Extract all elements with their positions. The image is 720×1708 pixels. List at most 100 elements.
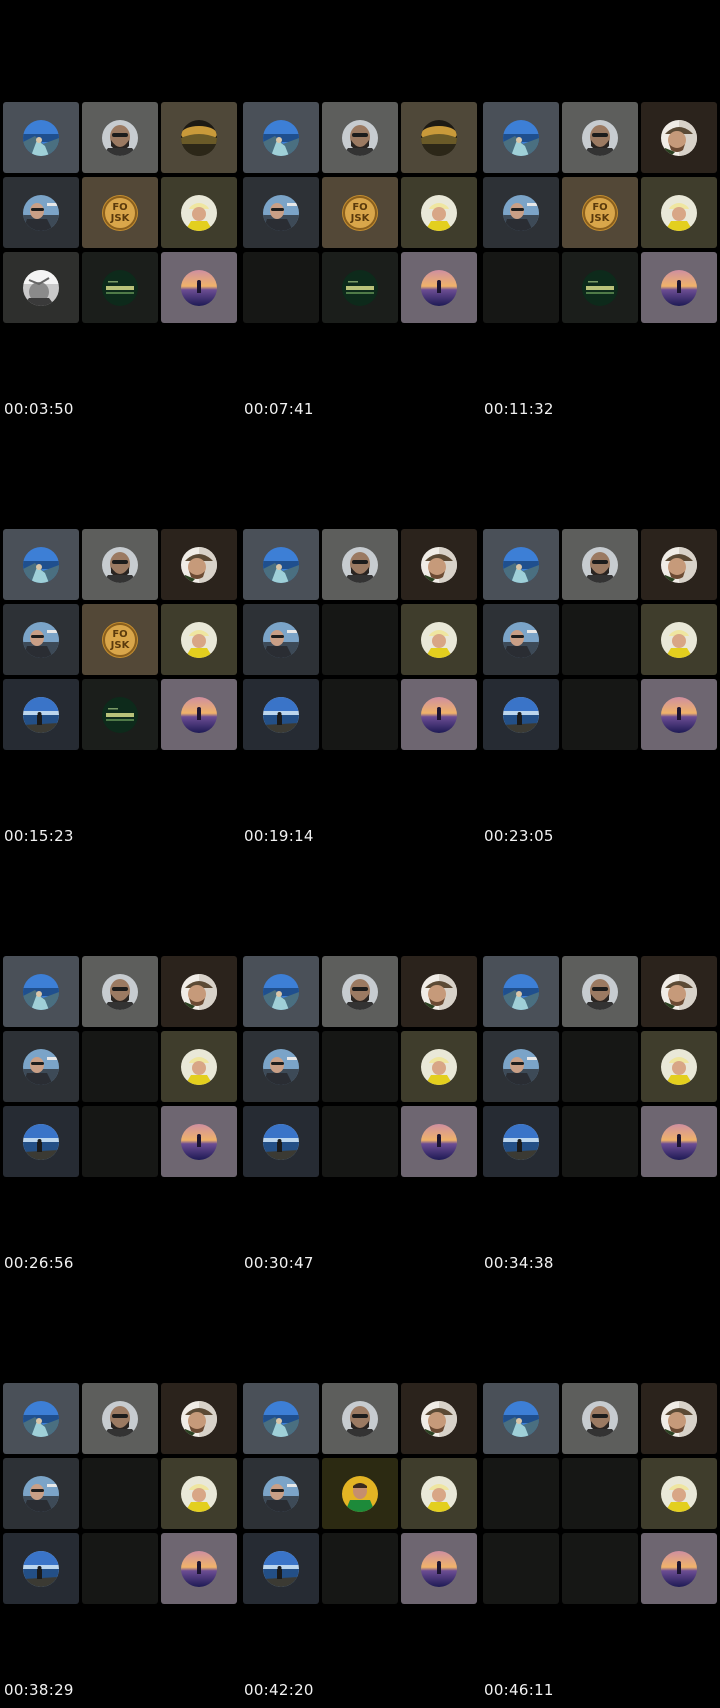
participant-tile — [3, 102, 79, 173]
participant-tile — [3, 177, 79, 248]
bearded-man-avatar — [342, 546, 378, 583]
participant-tile — [641, 529, 717, 600]
yellow-cap-man-avatar — [181, 621, 217, 658]
participant-tile — [243, 177, 319, 248]
participant-tile — [161, 102, 237, 173]
man-with-hat-avatar — [181, 1400, 217, 1437]
sunset-silhouette-avatar — [661, 269, 697, 306]
participant-grid — [483, 956, 717, 1178]
participant-tile — [161, 604, 237, 675]
fojsk-logo-avatar: FO JSK — [102, 194, 138, 231]
participant-tile — [161, 1383, 237, 1454]
sunset-silhouette-avatar — [421, 269, 457, 306]
participant-tile — [243, 604, 319, 675]
man-with-hat-avatar — [661, 973, 697, 1010]
participant-tile — [3, 956, 79, 1027]
participant-tile — [3, 1458, 79, 1529]
participant-tile — [322, 1458, 398, 1529]
participant-tile — [322, 1383, 398, 1454]
bearded-man-avatar — [102, 1400, 138, 1437]
participant-tile — [641, 177, 717, 248]
frame-timestamp: 00:15:23 — [4, 827, 74, 845]
participant-tile — [483, 1106, 559, 1177]
participant-tile — [3, 1106, 79, 1177]
bearded-man-avatar — [582, 973, 618, 1010]
green-logo-avatar — [582, 269, 618, 306]
participant-tile — [322, 529, 398, 600]
participant-tile — [641, 252, 717, 323]
participant-tile — [483, 529, 559, 600]
participant-tile — [483, 1383, 559, 1454]
sea-horizon-avatar — [503, 696, 539, 733]
empty-participant-tile — [243, 252, 319, 323]
participant-tile — [562, 956, 638, 1027]
frame-timestamp: 00:42:20 — [244, 1681, 314, 1699]
participant-tile — [161, 252, 237, 323]
participant-tile — [562, 102, 638, 173]
sea-horizon-avatar — [503, 1123, 539, 1160]
coast-photo-avatar — [263, 546, 299, 583]
bearded-man-avatar — [582, 1400, 618, 1437]
empty-participant-tile — [562, 1106, 638, 1177]
frame-timestamp: 00:34:38 — [484, 1254, 554, 1272]
participant-tile — [82, 102, 158, 173]
participant-tile — [641, 1458, 717, 1529]
sea-horizon-avatar — [263, 696, 299, 733]
empty-participant-tile — [322, 1533, 398, 1604]
participant-tile — [483, 1031, 559, 1102]
participant-tile — [562, 252, 638, 323]
selfie-man-avatar — [23, 1475, 59, 1512]
green-logo-avatar — [342, 269, 378, 306]
coast-photo-avatar — [23, 973, 59, 1010]
logo-text-bottom: JSK — [350, 212, 370, 224]
bearded-man-avatar — [102, 973, 138, 1010]
empty-participant-tile — [82, 1533, 158, 1604]
selfie-man-avatar — [503, 194, 539, 231]
selfie-man-avatar — [263, 1475, 299, 1512]
participant-tile — [243, 1533, 319, 1604]
sea-horizon-avatar — [23, 696, 59, 733]
empty-participant-tile — [562, 1533, 638, 1604]
participant-grid — [243, 529, 477, 751]
empty-participant-tile — [562, 679, 638, 750]
coast-photo-avatar — [503, 973, 539, 1010]
participant-tile — [161, 1458, 237, 1529]
participant-tile — [243, 1031, 319, 1102]
participant-tile — [401, 529, 477, 600]
empty-participant-tile — [322, 604, 398, 675]
bearded-man-avatar — [102, 119, 138, 156]
participant-tile — [82, 529, 158, 600]
coast-photo-avatar — [503, 1400, 539, 1437]
participant-grid: FO JSK — [483, 102, 717, 324]
participant-tile — [401, 1106, 477, 1177]
logo-text-top: FO — [352, 201, 368, 213]
participant-tile — [3, 679, 79, 750]
sunset-silhouette-avatar — [421, 696, 457, 733]
participant-tile — [243, 679, 319, 750]
golden-landscape-avatar — [421, 119, 457, 156]
green-logo-avatar — [102, 696, 138, 733]
sea-horizon-avatar — [23, 1123, 59, 1160]
yellow-cap-man-avatar — [181, 1475, 217, 1512]
logo-text-bottom: JSK — [590, 212, 610, 224]
participant-tile — [82, 252, 158, 323]
participant-tile — [401, 679, 477, 750]
participant-tile — [243, 1106, 319, 1177]
participant-tile: FO JSK — [322, 177, 398, 248]
participant-tile — [483, 177, 559, 248]
participant-tile — [641, 956, 717, 1027]
participant-grid: FO JSK — [243, 102, 477, 324]
participant-tile — [401, 604, 477, 675]
frame-timestamp: 00:26:56 — [4, 1254, 74, 1272]
yellow-cap-man-avatar — [421, 621, 457, 658]
participant-tile — [161, 1106, 237, 1177]
empty-participant-tile — [483, 1533, 559, 1604]
yellow-cap-man-avatar — [661, 194, 697, 231]
participant-tile — [161, 1533, 237, 1604]
man-with-hat-avatar — [661, 1400, 697, 1437]
participant-tile — [3, 529, 79, 600]
participant-tile — [401, 1458, 477, 1529]
yellow-cap-man-avatar — [181, 194, 217, 231]
participant-tile — [3, 252, 79, 323]
sea-horizon-avatar — [23, 1550, 59, 1587]
